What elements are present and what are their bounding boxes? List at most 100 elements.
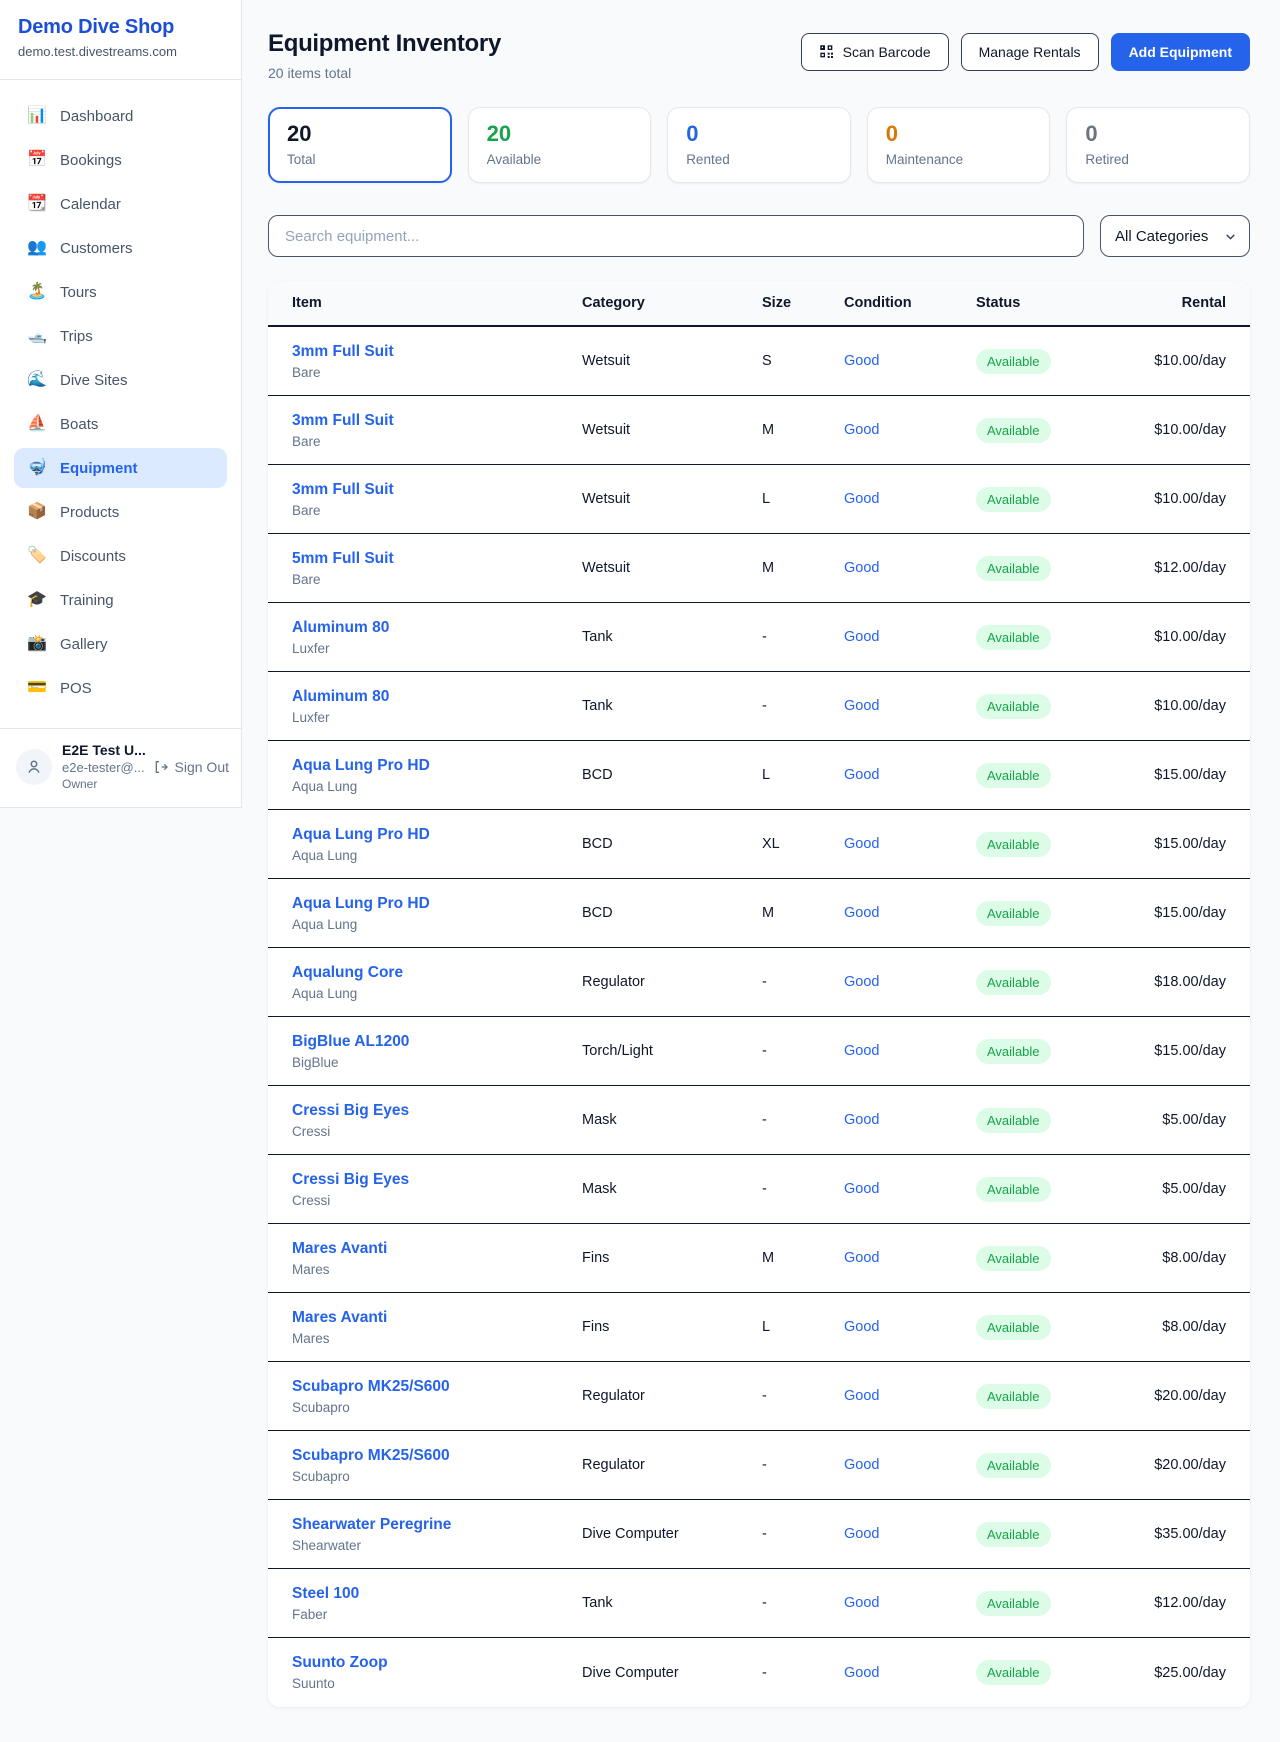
category-select[interactable]: All Categories: [1100, 215, 1250, 257]
item-name-link[interactable]: Cressi Big Eyes: [292, 1102, 582, 1120]
item-brand: Aqua Lung: [292, 917, 582, 932]
sidebar-item-label: Dive Sites: [60, 372, 128, 389]
condition-link[interactable]: Good: [844, 560, 976, 576]
scan-barcode-button[interactable]: Scan Barcode: [801, 33, 949, 71]
equipment-table: ItemCategorySizeConditionStatusRental 3m…: [268, 281, 1250, 1707]
status-cell: Available: [976, 1522, 1128, 1547]
brand-name[interactable]: Demo Dive Shop: [18, 16, 223, 39]
condition-link[interactable]: Good: [844, 905, 976, 921]
item-name-link[interactable]: 3mm Full Suit: [292, 412, 582, 430]
size-cell: S: [762, 353, 844, 369]
category-cell: Tank: [582, 1595, 762, 1611]
condition-link[interactable]: Good: [844, 1457, 976, 1473]
stat-card-rented[interactable]: 0Rented: [667, 107, 851, 183]
item-name-link[interactable]: Aqua Lung Pro HD: [292, 757, 582, 775]
condition-link[interactable]: Good: [844, 1595, 976, 1611]
item-cell: Aluminum 80Luxfer: [292, 688, 582, 725]
sidebar-item-training[interactable]: 🎓Training: [14, 580, 227, 620]
sidebar-item-label: Bookings: [60, 152, 122, 169]
tear-off-calendar-icon: 📆: [26, 196, 48, 212]
sidebar-item-dive-sites[interactable]: 🌊Dive Sites: [14, 360, 227, 400]
item-brand: Cressi: [292, 1193, 582, 1208]
sidebar-item-label: Boats: [60, 416, 98, 433]
rental-cell: $8.00/day: [1128, 1319, 1226, 1335]
condition-link[interactable]: Good: [844, 1388, 976, 1404]
page-title: Equipment Inventory: [268, 30, 501, 58]
sidebar-item-boats[interactable]: ⛵Boats: [14, 404, 227, 444]
item-name-link[interactable]: Scubapro MK25/S600: [292, 1378, 582, 1396]
condition-link[interactable]: Good: [844, 629, 976, 645]
item-brand: Faber: [292, 1607, 582, 1622]
add-equipment-label: Add Equipment: [1129, 44, 1232, 60]
search-input[interactable]: [268, 215, 1084, 257]
item-name-link[interactable]: Scubapro MK25/S600: [292, 1447, 582, 1465]
item-name-link[interactable]: Aqua Lung Pro HD: [292, 895, 582, 913]
item-name-link[interactable]: Steel 100: [292, 1585, 582, 1603]
sidebar: Demo Dive Shop demo.test.divestreams.com…: [0, 0, 242, 808]
item-name-link[interactable]: BigBlue AL1200: [292, 1033, 582, 1051]
item-name-link[interactable]: Mares Avanti: [292, 1309, 582, 1327]
condition-link[interactable]: Good: [844, 1250, 976, 1266]
condition-link[interactable]: Good: [844, 422, 976, 438]
manage-rentals-button[interactable]: Manage Rentals: [961, 33, 1099, 71]
item-name-link[interactable]: Mares Avanti: [292, 1240, 582, 1258]
condition-link[interactable]: Good: [844, 698, 976, 714]
sidebar-item-gallery[interactable]: 📸Gallery: [14, 624, 227, 664]
item-brand: Luxfer: [292, 641, 582, 656]
condition-link[interactable]: Good: [844, 1665, 976, 1681]
condition-link[interactable]: Good: [844, 1319, 976, 1335]
condition-link[interactable]: Good: [844, 353, 976, 369]
condition-link[interactable]: Good: [844, 836, 976, 852]
stat-card-maintenance[interactable]: 0Maintenance: [867, 107, 1051, 183]
item-name-link[interactable]: Aqua Lung Pro HD: [292, 826, 582, 844]
item-brand: Shearwater: [292, 1538, 582, 1553]
status-badge: Available: [976, 1453, 1051, 1478]
column-header-size: Size: [762, 295, 844, 311]
condition-link[interactable]: Good: [844, 1526, 976, 1542]
item-name-link[interactable]: Aqualung Core: [292, 964, 582, 982]
sidebar-item-label: Products: [60, 504, 119, 521]
condition-link[interactable]: Good: [844, 1181, 976, 1197]
category-cell: Mask: [582, 1181, 762, 1197]
table-row: Steel 100FaberTank-GoodAvailable$12.00/d…: [268, 1569, 1250, 1638]
rental-cell: $35.00/day: [1128, 1526, 1226, 1542]
rental-cell: $10.00/day: [1128, 353, 1226, 369]
sidebar-item-customers[interactable]: 👥Customers: [14, 228, 227, 268]
item-name-link[interactable]: Shearwater Peregrine: [292, 1516, 582, 1534]
condition-link[interactable]: Good: [844, 974, 976, 990]
item-cell: Aqua Lung Pro HDAqua Lung: [292, 757, 582, 794]
bar-chart-icon: 📊: [26, 108, 48, 124]
sidebar-item-equipment[interactable]: 🤿Equipment: [14, 448, 227, 488]
sidebar-item-dashboard[interactable]: 📊Dashboard: [14, 96, 227, 136]
sidebar-nav: 📊Dashboard📅Bookings📆Calendar👥Customers🏝️…: [0, 80, 241, 722]
item-name-link[interactable]: 3mm Full Suit: [292, 481, 582, 499]
item-cell: Shearwater Peregrine Shearwater: [292, 1516, 582, 1553]
sidebar-item-bookings[interactable]: 📅Bookings: [14, 140, 227, 180]
condition-link[interactable]: Good: [844, 767, 976, 783]
sidebar-item-tours[interactable]: 🏝️Tours: [14, 272, 227, 312]
condition-link[interactable]: Good: [844, 491, 976, 507]
stat-card-available[interactable]: 20Available: [468, 107, 652, 183]
status-cell: Available: [976, 832, 1128, 857]
table-row: Cressi Big EyesCressiMask-GoodAvailable$…: [268, 1086, 1250, 1155]
brand-block: Demo Dive Shop demo.test.divestreams.com: [0, 0, 241, 71]
item-name-link[interactable]: Suunto Zoop: [292, 1654, 582, 1672]
item-name-link[interactable]: 3mm Full Suit: [292, 343, 582, 361]
sidebar-item-discounts[interactable]: 🏷️Discounts: [14, 536, 227, 576]
stat-card-retired[interactable]: 0Retired: [1066, 107, 1250, 183]
sidebar-item-calendar[interactable]: 📆Calendar: [14, 184, 227, 224]
item-name-link[interactable]: Aluminum 80: [292, 688, 582, 706]
condition-link[interactable]: Good: [844, 1112, 976, 1128]
sign-out-button[interactable]: Sign Out: [153, 759, 229, 775]
stat-card-total[interactable]: 20Total: [268, 107, 452, 183]
item-cell: Steel 100 Faber: [292, 1585, 582, 1622]
sidebar-item-trips[interactable]: 🛥️Trips: [14, 316, 227, 356]
item-name-link[interactable]: 5mm Full Suit: [292, 550, 582, 568]
sidebar-item-label: Trips: [60, 328, 93, 345]
sidebar-item-products[interactable]: 📦Products: [14, 492, 227, 532]
item-name-link[interactable]: Aluminum 80: [292, 619, 582, 637]
item-name-link[interactable]: Cressi Big Eyes: [292, 1171, 582, 1189]
condition-link[interactable]: Good: [844, 1043, 976, 1059]
sidebar-item-pos[interactable]: 💳POS: [14, 668, 227, 708]
add-equipment-button[interactable]: Add Equipment: [1111, 33, 1250, 71]
